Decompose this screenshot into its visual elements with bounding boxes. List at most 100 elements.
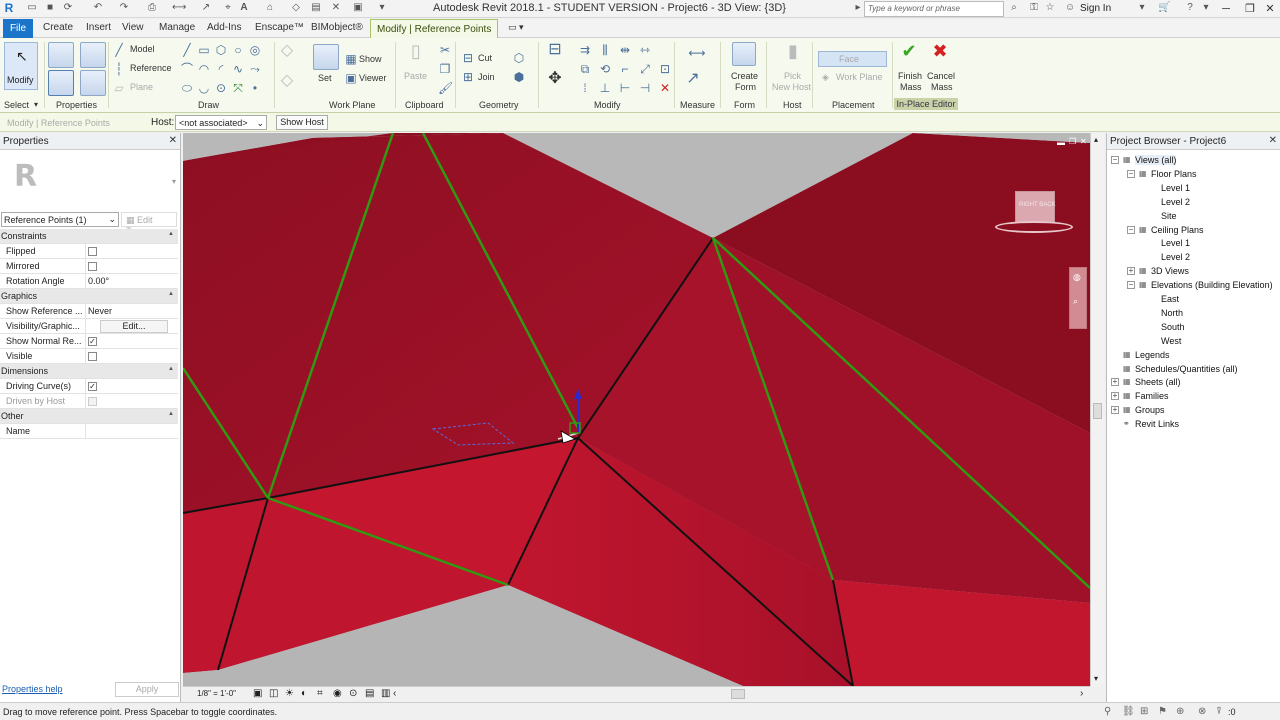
tree-item-3d-views[interactable]: 3D Views	[1151, 266, 1189, 276]
finish-mass-check-icon[interactable]: ✔	[900, 42, 918, 64]
viewport-vertical-scrollbar[interactable]: ▴ ▾	[1090, 133, 1104, 686]
ellipse-tool-icon[interactable]: ⬭	[180, 81, 194, 95]
finish-line1[interactable]: Finish	[898, 71, 922, 81]
sign-in-link[interactable]: Sign In	[1080, 3, 1111, 14]
mirror-pick-icon[interactable]: ⫼	[598, 43, 612, 57]
tab-manage[interactable]: Manage	[159, 22, 195, 33]
split-icon[interactable]: ⇿	[638, 43, 652, 57]
prop-group-constraints[interactable]: Constraints ▲	[0, 229, 178, 244]
worksets-icon[interactable]: ⚲	[1104, 706, 1111, 717]
dimension-icon[interactable]: ↗	[200, 2, 212, 14]
mirror-draw-icon[interactable]: ⇹	[618, 43, 632, 57]
partial-ellipse-icon[interactable]: ◡	[197, 81, 211, 95]
type-properties-icon[interactable]	[80, 42, 106, 68]
reference-line-icon[interactable]: ┆	[112, 62, 126, 76]
trim-single-icon[interactable]: ⊣	[638, 81, 652, 95]
prop-checkbox[interactable]: ✓	[88, 382, 97, 391]
join-geometry-icon[interactable]: ⊞	[461, 70, 475, 84]
section-icon[interactable]: ◇	[290, 2, 302, 14]
prop-value-cell[interactable]: 0.00°	[85, 274, 170, 289]
spline-tool-icon[interactable]: ⤳	[248, 62, 262, 76]
cut-clipboard-icon[interactable]: ✂	[438, 43, 452, 57]
prop-value-cell[interactable]: Never	[85, 304, 170, 319]
align-icon[interactable]: ⊟	[548, 42, 562, 58]
viewer-label[interactable]: Viewer	[359, 73, 386, 83]
arc-tool-icon[interactable]: ⌒	[180, 62, 194, 76]
mass-geometry[interactable]	[183, 133, 1090, 686]
scroll-left-icon[interactable]: ‹	[393, 688, 396, 699]
3d-view-icon[interactable]: ⌂	[264, 2, 276, 14]
user-icon[interactable]: ☺	[1064, 2, 1076, 14]
redo-icon[interactable]: ↷	[118, 2, 130, 14]
steering-wheel-icon[interactable]: ◍	[1073, 272, 1081, 283]
prop-checkbox[interactable]: ✓	[88, 337, 97, 346]
copy-icon[interactable]: ⧉	[578, 62, 592, 76]
show-host-button[interactable]: Show Host	[276, 115, 328, 130]
fillet-arc-icon[interactable]: ∿	[231, 62, 245, 76]
arc-center-icon[interactable]: ◜	[214, 62, 228, 76]
select-links-icon[interactable]: ⛓	[1122, 706, 1135, 717]
measure-icon[interactable]: ⟷	[172, 2, 186, 14]
cancel-line2[interactable]: Mass	[931, 82, 953, 92]
select-by-face-icon[interactable]: ⊕	[1176, 706, 1184, 717]
show-workplane-icon[interactable]: ▦	[344, 52, 358, 66]
tree-item-ceiling-plans[interactable]: Ceiling Plans	[1151, 225, 1204, 235]
filter-icon[interactable]: ⍒	[1216, 706, 1222, 717]
undo-icon[interactable]: ↶	[92, 2, 104, 14]
analytical-model-icon[interactable]: ▥	[381, 688, 390, 699]
host-select[interactable]: <not associated> ⌄	[175, 115, 267, 130]
visual-style-icon[interactable]: ◫	[269, 688, 278, 699]
tree-item-south[interactable]: South	[1161, 322, 1185, 332]
point-element-icon[interactable]: ⊙	[214, 81, 228, 95]
close-icon[interactable]: ✕	[1269, 135, 1277, 146]
select-dropdown-icon[interactable]: ▾	[34, 100, 38, 109]
maximize-button[interactable]: ❐	[1240, 1, 1260, 17]
prop-group-other[interactable]: Other ▲	[0, 409, 178, 424]
properties-help-link[interactable]: Properties help	[2, 684, 63, 694]
3d-viewport[interactable]: RIGHT BACK ◍ ⌕ ▬ ❐ ✕	[183, 133, 1090, 686]
tree-expander-icon[interactable]: +	[1127, 267, 1135, 276]
tree-item-level-1[interactable]: Level 1	[1161, 238, 1190, 248]
horizontal-scroll-thumb[interactable]	[731, 689, 745, 699]
tag-icon[interactable]: ⌖	[222, 2, 234, 14]
save-icon[interactable]: ■	[44, 2, 56, 14]
ribbon-options-icon[interactable]: ▭ ▾	[508, 22, 524, 33]
create-form-line2[interactable]: Form	[735, 82, 756, 92]
favorites-icon[interactable]: ☆	[1044, 2, 1056, 14]
tree-item-west[interactable]: West	[1161, 336, 1181, 346]
tree-item-level-2[interactable]: Level 2	[1161, 252, 1190, 262]
binoculars-icon[interactable]: ⌕	[1008, 2, 1020, 14]
line-tool-icon[interactable]: ╱	[180, 43, 194, 57]
set-workplane-icon[interactable]	[313, 44, 339, 70]
prop-value-cell[interactable]	[85, 424, 170, 439]
subscription-icon[interactable]: ⚿	[1028, 2, 1040, 14]
set-label[interactable]: Set	[318, 73, 332, 83]
navigation-bar[interactable]: ◍ ⌕	[1069, 267, 1087, 329]
viewcube-compass[interactable]	[995, 221, 1073, 233]
sun-path-icon[interactable]: ☀	[285, 688, 294, 699]
tree-item-east[interactable]: East	[1161, 294, 1179, 304]
trim-icon[interactable]: ⌐	[618, 62, 632, 76]
chevron-down-icon[interactable]: ▾	[172, 177, 176, 186]
tree-expander-icon[interactable]: +	[1111, 406, 1119, 415]
prop-value-cell[interactable]	[85, 334, 170, 349]
scroll-down-icon[interactable]: ▾	[1094, 674, 1098, 683]
crop-view-icon[interactable]: ⌗	[317, 688, 323, 699]
tree-expander-icon[interactable]: −	[1127, 281, 1135, 290]
thin-lines-icon[interactable]: ▤	[310, 2, 322, 14]
create-form-line1[interactable]: Create	[731, 71, 758, 81]
tab-create[interactable]: Create	[43, 22, 73, 33]
measure-distance-icon[interactable]: ⟷	[682, 46, 712, 60]
tree-item-revit-links[interactable]: Revit Links	[1135, 419, 1179, 429]
prop-value-cell[interactable]	[85, 259, 170, 274]
view-close-icon[interactable]: ✕	[1080, 137, 1087, 146]
pin-icon[interactable]: ⊥	[598, 81, 612, 95]
tree-item-floor-plans[interactable]: Floor Plans	[1151, 169, 1197, 179]
help-search-input[interactable]: Type a keyword or phrase	[864, 1, 1004, 17]
type-selector[interactable]: Reference Points (1) ⌄	[1, 212, 119, 227]
tree-expander-icon[interactable]: +	[1111, 378, 1119, 387]
qat-dropdown-icon[interactable]: ▾	[376, 2, 388, 14]
search-expand-icon[interactable]: ▸	[852, 2, 864, 14]
properties-icon[interactable]	[48, 42, 74, 68]
view-minimize-icon[interactable]: ▬	[1057, 138, 1065, 147]
